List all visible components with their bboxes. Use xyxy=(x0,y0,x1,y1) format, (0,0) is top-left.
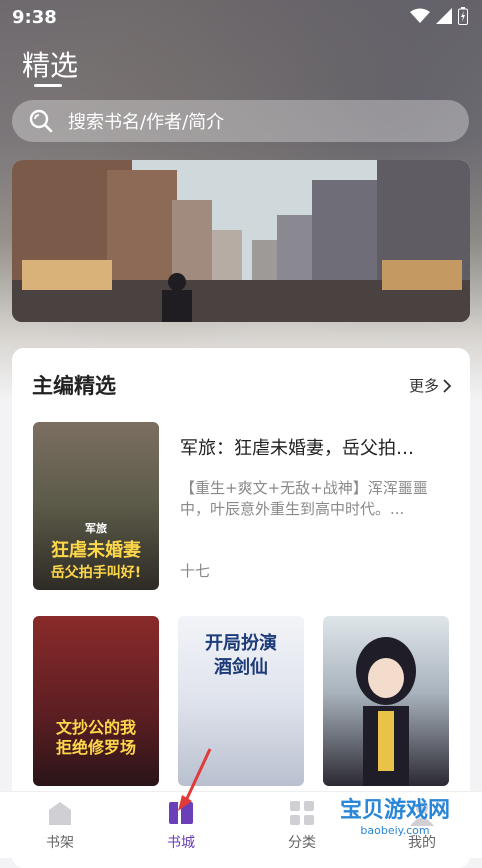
title-indicator xyxy=(34,84,62,87)
pointer-arrow xyxy=(178,748,212,811)
anime-girl-illustration xyxy=(356,637,416,786)
chevron-right-icon xyxy=(443,378,452,393)
signal-icon xyxy=(436,8,452,24)
featured-book-author: 十七 xyxy=(180,562,211,580)
tab-label: 我的 xyxy=(408,835,436,851)
bookshelf-icon xyxy=(49,802,71,825)
tab-bookshelf[interactable]: 书架 xyxy=(20,798,100,852)
tab-label: 分类 xyxy=(288,835,316,851)
cover-title: 开局扮演 酒剑仙 xyxy=(205,633,277,678)
tab-label: 书架 xyxy=(46,835,74,851)
status-icons xyxy=(410,7,468,25)
watermark: 宝贝游戏网 baobeiy.com xyxy=(340,792,450,837)
tab-category[interactable]: 分类 xyxy=(262,798,342,852)
editor-picks-card: 主编精选 更多 军旅 狂虐未婚妻 岳父拍手叫好! 军旅：狂虐未婚妻，岳父拍… 【… xyxy=(12,348,470,868)
more-button[interactable]: 更多 xyxy=(409,375,452,396)
featured-book-title[interactable]: 军旅：狂虐未婚妻，岳父拍… xyxy=(180,434,450,460)
status-bar: 9:38 xyxy=(0,0,482,36)
section-title: 主编精选 xyxy=(32,374,116,398)
page-title: 精选 xyxy=(22,49,79,82)
book-cover[interactable] xyxy=(323,616,449,786)
book-cover[interactable]: 文抄公的我 拒绝修罗场 xyxy=(33,616,159,786)
cover-title: 文抄公的我 拒绝修罗场 xyxy=(55,718,136,757)
city-street-illustration xyxy=(12,160,470,322)
search-icon xyxy=(29,109,53,133)
banner-image[interactable] xyxy=(12,160,470,322)
featured-book-cover[interactable]: 军旅 狂虐未婚妻 岳父拍手叫好! xyxy=(33,422,159,590)
search-bar[interactable]: 搜索书名/作者/简介 xyxy=(12,100,469,142)
category-icon xyxy=(290,801,314,825)
watermark-url: baobeiy.com xyxy=(360,824,430,837)
battery-icon xyxy=(458,7,468,25)
cover-title: 军旅 狂虐未婚妻 岳父拍手叫好! xyxy=(50,522,142,581)
search-placeholder: 搜索书名/作者/简介 xyxy=(68,112,225,133)
featured-book-description: 【重生+爽文+无敌+战神】浑浑噩噩中，叶辰意外重生到高中时代。... xyxy=(180,479,428,518)
tab-label: 书城 xyxy=(167,835,195,851)
status-time: 9:38 xyxy=(12,7,57,28)
watermark-text: 宝贝游戏网 xyxy=(339,798,450,823)
more-label: 更多 xyxy=(408,377,439,395)
wifi-icon xyxy=(410,8,430,23)
